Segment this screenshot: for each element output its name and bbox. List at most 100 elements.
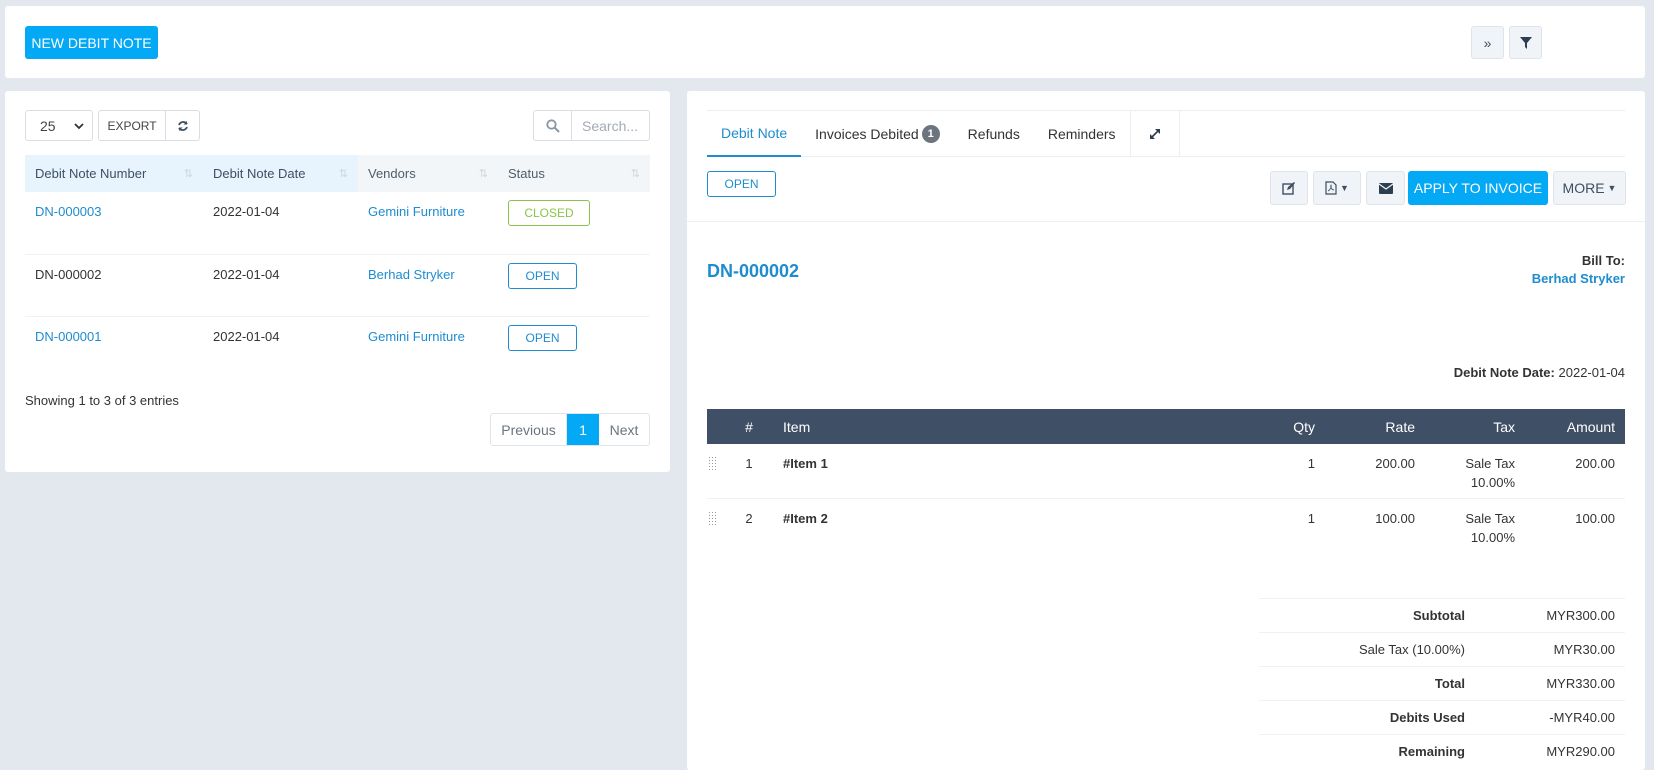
drag-handle-icon[interactable] xyxy=(708,510,718,527)
export-button[interactable]: EXPORT xyxy=(98,110,166,141)
collapse-button[interactable]: » xyxy=(1471,26,1504,59)
entries-info: Showing 1 to 3 of 3 entries xyxy=(25,393,179,408)
search-icon xyxy=(545,118,560,133)
total-value: MYR30.00 xyxy=(1553,642,1615,657)
item-amount: 100.00 xyxy=(1575,510,1615,526)
tax-rate: 10.00% xyxy=(1470,475,1515,490)
filter-button[interactable] xyxy=(1509,26,1542,59)
refresh-icon xyxy=(177,120,188,131)
item-tax: Sale Tax 10.00% xyxy=(1425,444,1525,499)
vendor-link[interactable]: Gemini Furniture xyxy=(368,329,465,344)
total-value: MYR300.00 xyxy=(1546,608,1615,623)
expand-button[interactable] xyxy=(1129,111,1180,157)
tab-refunds[interactable]: Refunds xyxy=(954,111,1034,157)
refresh-button[interactable] xyxy=(165,110,200,141)
tab-label: Reminders xyxy=(1047,126,1116,142)
column-header-status[interactable]: Status ⇅ xyxy=(498,155,650,192)
total-label: Remaining xyxy=(1398,744,1465,759)
debit-note-number: DN-000002 xyxy=(707,261,800,281)
total-value: MYR330.00 xyxy=(1546,676,1615,691)
item-row: 2 #Item 2 1 100.00 Sale Tax 10.00% 100.00 xyxy=(707,498,1625,552)
pdf-button[interactable]: ▼ xyxy=(1313,171,1361,205)
vendor-link[interactable]: Gemini Furniture xyxy=(368,204,465,219)
tab-reminders[interactable]: Reminders xyxy=(1034,111,1130,157)
new-debit-note-button[interactable]: NEW DEBIT NOTE xyxy=(25,26,158,59)
drag-column xyxy=(707,409,721,444)
tax-rate: 10.00% xyxy=(1470,529,1515,545)
column-header-vendors[interactable]: Vendors ⇅ xyxy=(358,155,498,192)
tab-label: Refunds xyxy=(967,126,1020,142)
tax-name: Sale Tax xyxy=(1465,510,1515,526)
more-label: MORE xyxy=(1562,180,1605,196)
chevron-down-icon xyxy=(74,123,84,130)
table-row[interactable]: DN-000001 2022-01-04 Gemini Furniture OP… xyxy=(25,316,650,378)
caret-down-icon: ▼ xyxy=(1340,183,1349,193)
item-rate: 100.00 xyxy=(1375,510,1415,526)
column-header-date[interactable]: Debit Note Date ⇅ xyxy=(203,155,358,192)
double-chevron-right-icon: » xyxy=(1483,34,1492,51)
expand-icon xyxy=(1149,129,1160,139)
previous-page-button[interactable]: Previous xyxy=(491,414,567,445)
search-button[interactable] xyxy=(534,111,572,140)
sort-icon: ⇅ xyxy=(630,168,640,180)
email-button[interactable] xyxy=(1366,171,1405,205)
total-label: Debits Used xyxy=(1389,710,1465,725)
table-row[interactable]: DN-000003 2022-01-04 Gemini Furniture CL… xyxy=(25,192,650,255)
top-toolbar: NEW DEBIT NOTE » xyxy=(5,6,1645,78)
subtotal-row: Subtotal MYR300.00 xyxy=(1259,598,1625,632)
column-header-number[interactable]: Debit Note Number ⇅ xyxy=(25,155,203,192)
debits-used-row: Debits Used -MYR40.00 xyxy=(1259,700,1625,734)
item-rate: 200.00 xyxy=(1325,444,1425,499)
total-value: -MYR40.00 xyxy=(1549,710,1615,725)
tab-debit-note[interactable]: Debit Note xyxy=(707,111,802,157)
item-qty: 1 xyxy=(1225,444,1325,499)
caret-down-icon: ▼ xyxy=(1607,183,1617,193)
tab-invoices-debited[interactable]: Invoices Debited 1 xyxy=(801,111,954,157)
count-badge: 1 xyxy=(921,125,940,143)
vendor-link[interactable]: Berhad Stryker xyxy=(368,267,455,282)
column-header-item: Item xyxy=(777,409,1225,444)
column-label: Debit Note Date xyxy=(213,166,306,181)
search-input[interactable] xyxy=(572,111,648,140)
edit-button[interactable] xyxy=(1270,171,1308,205)
sort-icon: ⇅ xyxy=(478,168,488,180)
item-no: 1 xyxy=(721,444,777,499)
detail-tabs: Debit Note Invoices Debited 1 Refunds Rem… xyxy=(707,110,1625,157)
debit-note-number-link[interactable]: DN-000003 xyxy=(35,204,102,219)
item-name: #Item 1 xyxy=(777,444,1225,499)
page-1-button[interactable]: 1 xyxy=(567,414,599,445)
status-badge: OPEN xyxy=(508,262,577,289)
item-name: #Item 2 xyxy=(783,510,828,526)
envelope-icon xyxy=(1378,182,1393,194)
debit-note-number-link[interactable]: DN-000001 xyxy=(35,329,102,344)
divider xyxy=(687,221,1645,222)
debit-note-date: Debit Note Date: 2022-01-04 xyxy=(1454,365,1625,380)
edit-icon xyxy=(1282,182,1295,195)
table-row[interactable]: DN-000002 2022-01-04 Berhad Stryker OPEN xyxy=(25,254,650,317)
total-label: Subtotal xyxy=(1413,608,1465,623)
item-tax: Sale Tax 10.00% xyxy=(1425,498,1525,552)
column-header-amount: Amount xyxy=(1525,409,1625,444)
sort-icon: ⇅ xyxy=(183,168,193,180)
column-label: Vendors xyxy=(368,166,416,181)
tab-label: Debit Note xyxy=(721,125,788,141)
more-button[interactable]: MORE ▼ xyxy=(1553,171,1626,205)
next-page-button[interactable]: Next xyxy=(599,414,649,445)
page-length-select[interactable]: 25 xyxy=(25,110,93,141)
debit-note-date: 2022-01-04 xyxy=(203,192,358,255)
debit-note-detail-panel: Debit Note Invoices Debited 1 Refunds Rem… xyxy=(687,91,1645,770)
column-header-rate: Rate xyxy=(1325,409,1425,444)
date-value: 2022-01-04 xyxy=(1558,365,1626,380)
drag-handle-icon[interactable] xyxy=(708,456,718,472)
column-header-qty: Qty xyxy=(1225,409,1325,444)
status-badge: OPEN xyxy=(508,324,577,351)
sort-icon: ⇅ xyxy=(338,168,348,180)
total-label: Sale Tax (10.00%) xyxy=(1359,642,1465,657)
item-qty: 1 xyxy=(1307,510,1315,526)
bill-to-vendor-link[interactable]: Berhad Stryker xyxy=(1532,271,1625,286)
debit-note-date: 2022-01-04 xyxy=(203,254,358,317)
apply-to-invoice-button[interactable]: APPLY TO INVOICE xyxy=(1408,171,1548,205)
column-header-tax: Tax xyxy=(1425,409,1525,444)
totals-summary: Subtotal MYR300.00 Sale Tax (10.00%) MYR30… xyxy=(1259,598,1625,768)
debit-note-number-link[interactable]: DN-000002 xyxy=(35,267,102,282)
